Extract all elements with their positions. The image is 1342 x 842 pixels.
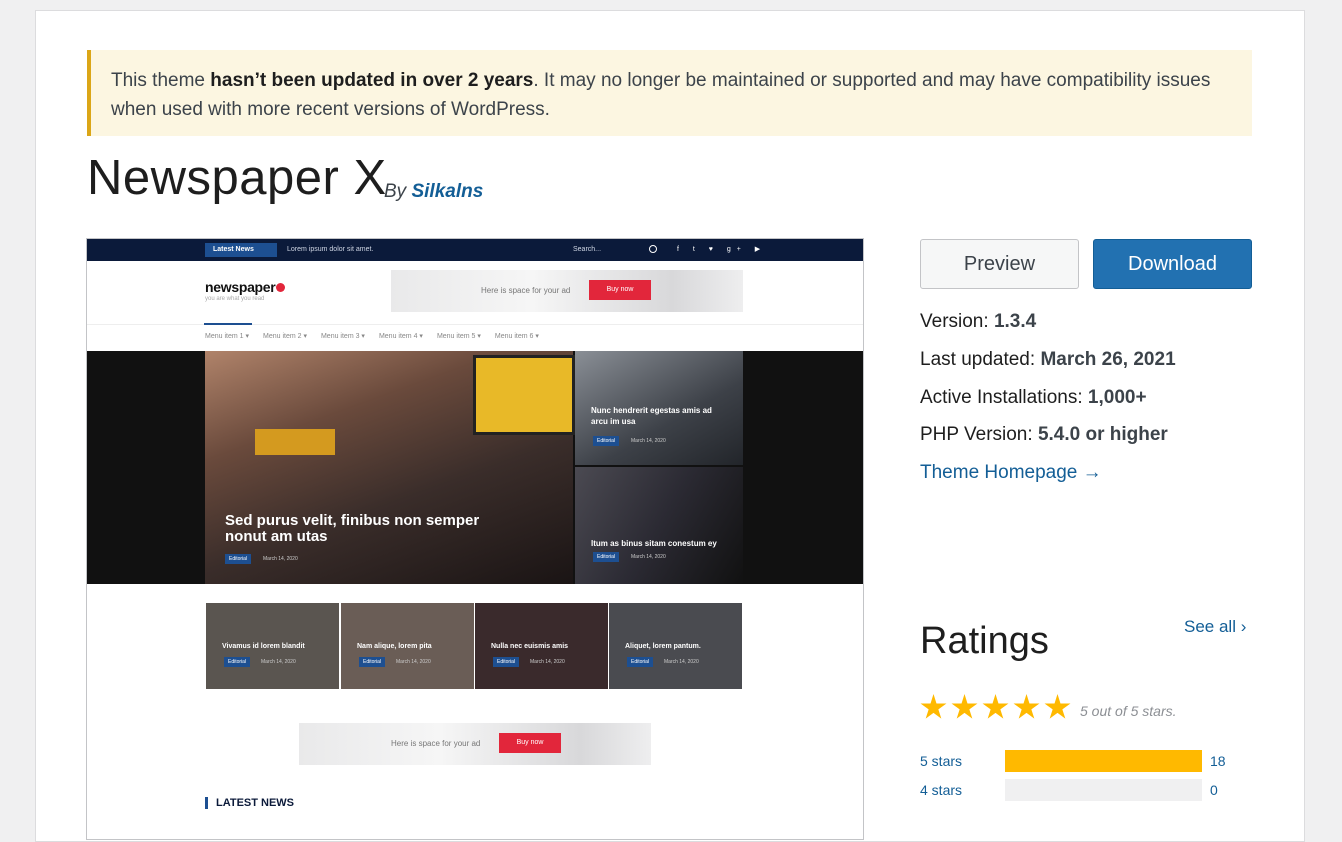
rating-row-count: 0	[1210, 782, 1218, 798]
meta-php: PHP Version: 5.4.0 or higher	[920, 424, 1168, 446]
author-link[interactable]: Silkalns	[411, 181, 483, 202]
hero-side2-title: Itum as binus sitam conestum ey	[591, 539, 717, 548]
rating-bar-fill	[1005, 750, 1202, 772]
theme-title: Newspaper X	[87, 151, 387, 205]
news-ticker: Lorem ipsum dolor sit amet.	[287, 246, 374, 253]
hero-main-date: March 14, 2020	[263, 556, 298, 562]
rating-row-5[interactable]: 5 stars 18	[920, 750, 1250, 772]
rating-row-label[interactable]: 4 stars	[920, 782, 962, 798]
outdated-notice: This theme hasn’t been updated in over 2…	[87, 50, 1252, 136]
latest-news-heading: LATEST NEWS	[205, 797, 294, 809]
thumb-chip: Editorial	[493, 657, 520, 667]
star-icon	[951, 694, 978, 719]
sign-graphic	[255, 429, 335, 455]
meta-version-value: 1.3.4	[993, 311, 1037, 332]
thumb-title: Nam alique, lorem pita	[357, 643, 432, 650]
ad-text: Here is space for your ad	[481, 286, 571, 295]
thumb-title: Vivamus id lorem blandit	[222, 643, 305, 650]
meta-version-label: Version:	[920, 311, 989, 332]
thumb-title: Nulla nec euismis amis	[491, 643, 569, 650]
ad-buy-button: Buy now	[499, 733, 561, 753]
hero-side1-chip: Editorial	[593, 436, 620, 446]
ratings-heading: Ratings	[920, 620, 1049, 662]
theme-screenshot: Latest News Lorem ipsum dolor sit amet. …	[86, 238, 864, 840]
hero-main-chip: Editorial	[225, 554, 252, 564]
meta-updated-label: Last updated:	[920, 349, 1036, 370]
rating-row-4[interactable]: 4 stars 0	[920, 779, 1250, 801]
star-icon	[1013, 694, 1040, 719]
rating-bar	[1005, 779, 1202, 801]
thumb-title: Aliquet, lorem pantum.	[625, 643, 701, 650]
rating-row-count: 18	[1210, 753, 1226, 769]
meta-updated: Last updated: March 26, 2021	[920, 349, 1176, 371]
hero-side1-date: March 14, 2020	[631, 438, 666, 444]
screenshot-ad-banner-2: Here is space for your ad Buy now	[299, 723, 651, 765]
see-all-ratings-link[interactable]: See all ›	[1184, 617, 1246, 637]
ad-buy-button: Buy now	[589, 280, 651, 300]
theme-homepage-link[interactable]: Theme Homepage →	[920, 462, 1102, 483]
menu-item: Menu item 2 ▾	[262, 333, 307, 340]
hero-side1-title: Nunc hendrerit egestas amis ad arcu im u…	[591, 406, 712, 426]
meta-installs-label: Active Installations:	[920, 387, 1083, 408]
menu-item: Menu item 4 ▾	[378, 333, 423, 340]
screenshot-search: Search...	[573, 246, 602, 253]
theme-author-line: By Silkalns	[384, 181, 483, 203]
social-icons: f t ♥ g+ ▶	[677, 246, 767, 253]
by-label: By	[384, 181, 407, 202]
notice-text-bold: hasn’t been updated in over 2 years	[210, 70, 534, 91]
rating-row-label[interactable]: 5 stars	[920, 753, 962, 769]
rating-bar	[1005, 750, 1202, 772]
star-icon	[1044, 694, 1071, 719]
hero-side2-chip: Editorial	[593, 552, 620, 562]
meta-version: Version: 1.3.4	[920, 311, 1036, 333]
ad-text: Here is space for your ad	[391, 739, 481, 748]
hero-side-image	[575, 467, 743, 584]
download-button[interactable]: Download	[1093, 239, 1252, 289]
meta-php-value: 5.4.0 or higher	[1037, 424, 1168, 445]
menu-item: Menu item 6 ▾	[494, 333, 539, 340]
thumb-date: March 14, 2020	[261, 659, 296, 665]
notice-text-pre: This theme	[111, 70, 211, 91]
thumb-chip: Editorial	[627, 657, 654, 667]
screenshot-tagline: you are what you read	[205, 296, 265, 302]
screenshot-menu: Menu item 1 ▾ Menu item 2 ▾ Menu item 3 …	[205, 332, 539, 340]
hero-main-image	[205, 351, 575, 584]
thumb-date: March 14, 2020	[396, 659, 431, 665]
screenshot-logo: newspaper	[205, 279, 286, 295]
star-rating	[920, 694, 1071, 721]
screenshot-topbar: Latest News Lorem ipsum dolor sit amet. …	[87, 239, 863, 261]
thumb-chip: Editorial	[224, 657, 251, 667]
preview-button[interactable]: Preview	[920, 239, 1079, 289]
star-icon	[920, 694, 947, 719]
sign-graphic	[473, 355, 575, 435]
meta-installs-value: 1,000+	[1087, 387, 1147, 408]
meta-installs: Active Installations: 1,000+	[920, 387, 1147, 409]
star-icon	[982, 694, 1009, 719]
hero-main-title: Sed purus velit, finibus non semper nonu…	[225, 512, 480, 545]
screenshot-ad-banner: Here is space for your ad Buy now	[391, 270, 743, 312]
thumb-date: March 14, 2020	[530, 659, 565, 665]
search-icon	[649, 245, 657, 253]
meta-homepage: Theme Homepage →	[920, 462, 1102, 484]
menu-active-indicator	[204, 323, 252, 325]
logo-dot-icon	[276, 283, 286, 292]
meta-php-label: PHP Version:	[920, 424, 1033, 445]
hero-side2-date: March 14, 2020	[631, 554, 666, 560]
logo-text: newspaper	[205, 279, 276, 295]
thumb-chip: Editorial	[359, 657, 386, 667]
menu-item: Menu item 5 ▾	[436, 333, 481, 340]
meta-updated-value: March 26, 2021	[1040, 349, 1176, 370]
thumb-date: March 14, 2020	[664, 659, 699, 665]
rating-summary: 5 out of 5 stars.	[1080, 703, 1177, 719]
menu-item: Menu item 1 ▾	[205, 333, 249, 340]
latest-news-badge: Latest News	[205, 243, 277, 257]
menu-item: Menu item 3 ▾	[320, 333, 365, 340]
